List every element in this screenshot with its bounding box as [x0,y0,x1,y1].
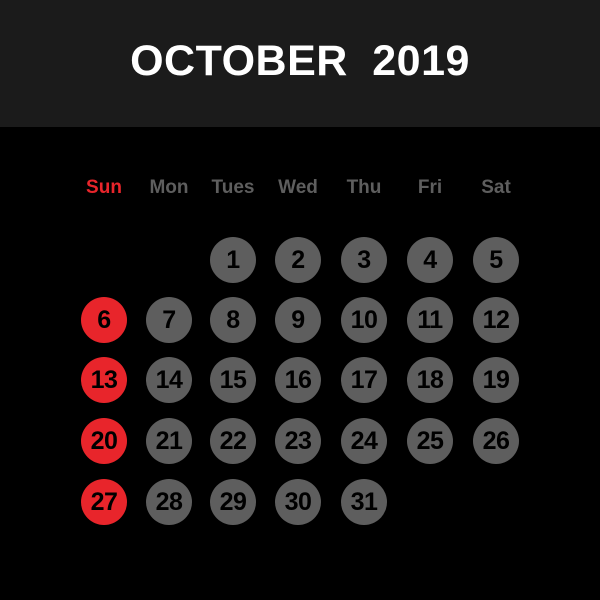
day-cell-14[interactable]: 14 [146,357,192,403]
weekday-label-tues: Tues [211,177,255,198]
weekday-label-sat: Sat [481,177,511,198]
day-cell-7[interactable]: 7 [146,297,192,343]
day-cell-15[interactable]: 15 [210,357,256,403]
day-cell-31[interactable]: 31 [341,479,387,525]
weekday-label-sun: Sun [86,177,122,198]
day-cell-4[interactable]: 4 [407,237,453,283]
day-cell-10[interactable]: 10 [341,297,387,343]
day-cell-5[interactable]: 5 [473,237,519,283]
day-cell-23[interactable]: 23 [275,418,321,464]
day-cell-11[interactable]: 11 [407,297,453,343]
day-cell-16[interactable]: 16 [275,357,321,403]
day-cell-13[interactable]: 13 [81,357,127,403]
day-cell-6[interactable]: 6 [81,297,127,343]
day-cell-27[interactable]: 27 [81,479,127,525]
month-year-title: OCTOBER 2019 [130,37,470,85]
day-cell-1[interactable]: 1 [210,237,256,283]
day-cell-3[interactable]: 3 [341,237,387,283]
day-cell-22[interactable]: 22 [210,418,256,464]
weekday-label-wed: Wed [278,177,318,198]
day-cell-8[interactable]: 8 [210,297,256,343]
weekday-label-thu: Thu [346,177,382,198]
day-cell-26[interactable]: 26 [473,418,519,464]
day-cell-9[interactable]: 9 [275,297,321,343]
day-cell-12[interactable]: 12 [473,297,519,343]
calendar-header: OCTOBER 2019 [0,0,600,127]
day-cell-24[interactable]: 24 [341,418,387,464]
day-cell-21[interactable]: 21 [146,418,192,464]
day-cell-19[interactable]: 19 [473,357,519,403]
weekday-label-fri: Fri [417,177,443,198]
day-cell-28[interactable]: 28 [146,479,192,525]
weekday-label-mon: Mon [149,177,189,198]
day-cell-29[interactable]: 29 [210,479,256,525]
day-cell-30[interactable]: 30 [275,479,321,525]
day-cell-25[interactable]: 25 [407,418,453,464]
day-cell-18[interactable]: 18 [407,357,453,403]
day-cell-20[interactable]: 20 [81,418,127,464]
day-cell-17[interactable]: 17 [341,357,387,403]
day-cell-2[interactable]: 2 [275,237,321,283]
